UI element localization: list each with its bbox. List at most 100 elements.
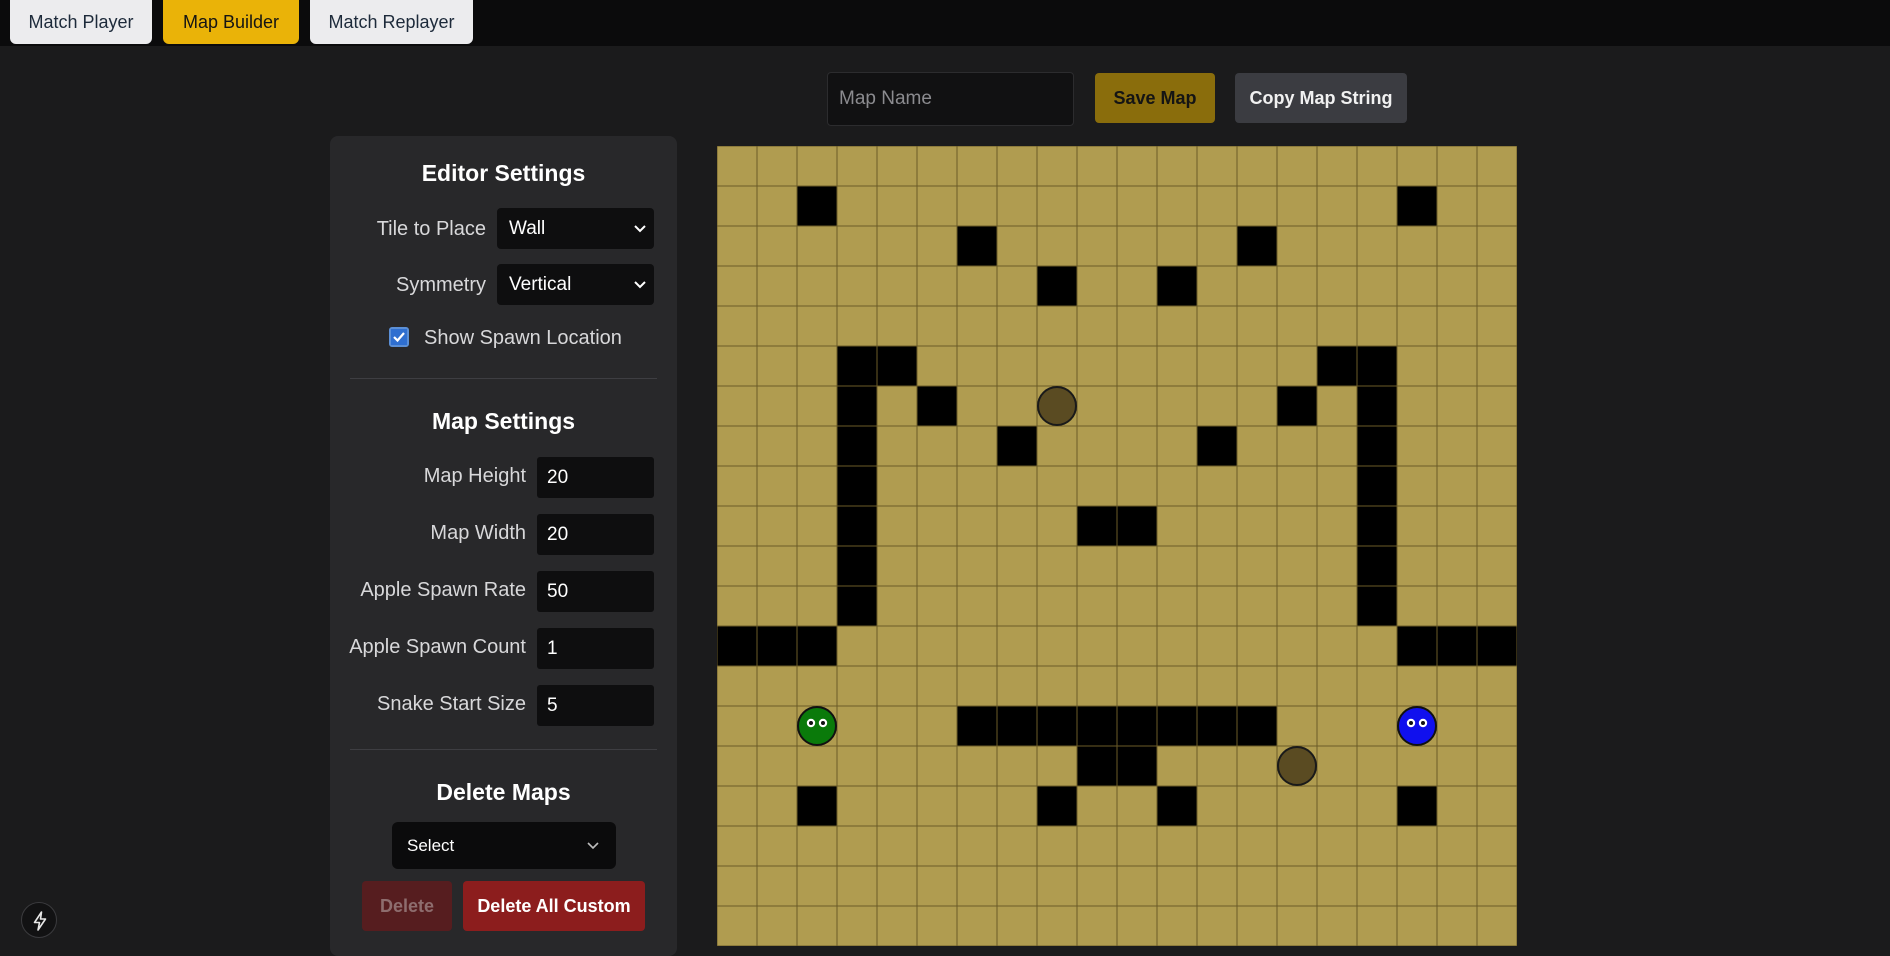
- empty-tile[interactable]: [956, 905, 998, 946]
- empty-tile[interactable]: [1316, 785, 1358, 827]
- empty-tile[interactable]: [1236, 465, 1278, 507]
- empty-tile[interactable]: [1036, 865, 1078, 907]
- empty-tile[interactable]: [1316, 505, 1358, 547]
- wall-tile[interactable]: [836, 385, 878, 427]
- empty-tile[interactable]: [1236, 505, 1278, 547]
- empty-tile[interactable]: [756, 345, 798, 387]
- empty-tile[interactable]: [717, 425, 758, 467]
- empty-tile[interactable]: [1356, 225, 1398, 267]
- empty-tile[interactable]: [1156, 585, 1198, 627]
- empty-tile[interactable]: [1396, 905, 1438, 946]
- empty-tile[interactable]: [717, 705, 758, 747]
- empty-tile[interactable]: [836, 185, 878, 227]
- delete-map-select[interactable]: Select: [392, 822, 616, 869]
- empty-tile[interactable]: [1316, 905, 1358, 946]
- empty-tile[interactable]: [717, 745, 758, 787]
- wall-tile[interactable]: [1476, 625, 1517, 667]
- empty-tile[interactable]: [1436, 665, 1478, 707]
- wall-tile[interactable]: [1276, 385, 1318, 427]
- empty-tile[interactable]: [1356, 185, 1398, 227]
- wall-tile[interactable]: [1076, 505, 1118, 547]
- empty-tile[interactable]: [1156, 545, 1198, 587]
- empty-tile[interactable]: [1276, 305, 1318, 347]
- empty-tile[interactable]: [1036, 425, 1078, 467]
- delete-button[interactable]: Delete: [362, 881, 452, 931]
- empty-tile[interactable]: [836, 305, 878, 347]
- empty-tile[interactable]: [916, 905, 958, 946]
- empty-tile[interactable]: [1276, 345, 1318, 387]
- empty-tile[interactable]: [1396, 385, 1438, 427]
- empty-tile[interactable]: [1476, 425, 1517, 467]
- empty-tile[interactable]: [1156, 185, 1198, 227]
- apple-spawn[interactable]: [1037, 386, 1077, 426]
- empty-tile[interactable]: [1396, 465, 1438, 507]
- empty-tile[interactable]: [956, 345, 998, 387]
- empty-tile[interactable]: [717, 185, 758, 227]
- empty-tile[interactable]: [1316, 545, 1358, 587]
- empty-tile[interactable]: [916, 745, 958, 787]
- empty-tile[interactable]: [1316, 305, 1358, 347]
- empty-tile[interactable]: [1236, 785, 1278, 827]
- empty-tile[interactable]: [1236, 385, 1278, 427]
- empty-tile[interactable]: [1076, 305, 1118, 347]
- empty-tile[interactable]: [717, 585, 758, 627]
- empty-tile[interactable]: [956, 465, 998, 507]
- empty-tile[interactable]: [1036, 745, 1078, 787]
- empty-tile[interactable]: [756, 745, 798, 787]
- wall-tile[interactable]: [1236, 705, 1278, 747]
- empty-tile[interactable]: [836, 865, 878, 907]
- empty-tile[interactable]: [717, 865, 758, 907]
- map-grid[interactable]: [717, 146, 1517, 946]
- empty-tile[interactable]: [1316, 865, 1358, 907]
- empty-tile[interactable]: [1196, 665, 1238, 707]
- empty-tile[interactable]: [796, 665, 838, 707]
- empty-tile[interactable]: [1356, 785, 1398, 827]
- empty-tile[interactable]: [1156, 385, 1198, 427]
- empty-tile[interactable]: [996, 146, 1038, 187]
- empty-tile[interactable]: [1196, 825, 1238, 867]
- empty-tile[interactable]: [796, 345, 838, 387]
- empty-tile[interactable]: [996, 225, 1038, 267]
- empty-tile[interactable]: [836, 905, 878, 946]
- empty-tile[interactable]: [1316, 146, 1358, 187]
- wall-tile[interactable]: [836, 505, 878, 547]
- empty-tile[interactable]: [1076, 265, 1118, 307]
- empty-tile[interactable]: [1236, 625, 1278, 667]
- empty-tile[interactable]: [1276, 625, 1318, 667]
- map-height-input[interactable]: 20: [537, 457, 654, 498]
- empty-tile[interactable]: [1476, 865, 1517, 907]
- empty-tile[interactable]: [876, 305, 918, 347]
- empty-tile[interactable]: [717, 305, 758, 347]
- empty-tile[interactable]: [956, 265, 998, 307]
- wall-tile[interactable]: [1356, 425, 1398, 467]
- empty-tile[interactable]: [1476, 825, 1517, 867]
- empty-tile[interactable]: [996, 825, 1038, 867]
- empty-tile[interactable]: [1276, 705, 1318, 747]
- empty-tile[interactable]: [756, 146, 798, 187]
- empty-tile[interactable]: [956, 545, 998, 587]
- empty-tile[interactable]: [1356, 305, 1398, 347]
- empty-tile[interactable]: [876, 825, 918, 867]
- empty-tile[interactable]: [1196, 745, 1238, 787]
- empty-tile[interactable]: [1396, 146, 1438, 187]
- empty-tile[interactable]: [1036, 345, 1078, 387]
- empty-tile[interactable]: [1356, 625, 1398, 667]
- empty-tile[interactable]: [756, 185, 798, 227]
- empty-tile[interactable]: [1396, 585, 1438, 627]
- empty-tile[interactable]: [1356, 665, 1398, 707]
- empty-tile[interactable]: [1236, 265, 1278, 307]
- empty-tile[interactable]: [1476, 305, 1517, 347]
- wall-tile[interactable]: [1396, 185, 1438, 227]
- empty-tile[interactable]: [1196, 865, 1238, 907]
- empty-tile[interactable]: [1156, 625, 1198, 667]
- empty-tile[interactable]: [836, 225, 878, 267]
- empty-tile[interactable]: [1236, 305, 1278, 347]
- wall-tile[interactable]: [1116, 705, 1158, 747]
- wall-tile[interactable]: [1196, 705, 1238, 747]
- empty-tile[interactable]: [996, 625, 1038, 667]
- empty-tile[interactable]: [756, 225, 798, 267]
- empty-tile[interactable]: [1276, 865, 1318, 907]
- empty-tile[interactable]: [1076, 785, 1118, 827]
- empty-tile[interactable]: [1396, 745, 1438, 787]
- empty-tile[interactable]: [916, 665, 958, 707]
